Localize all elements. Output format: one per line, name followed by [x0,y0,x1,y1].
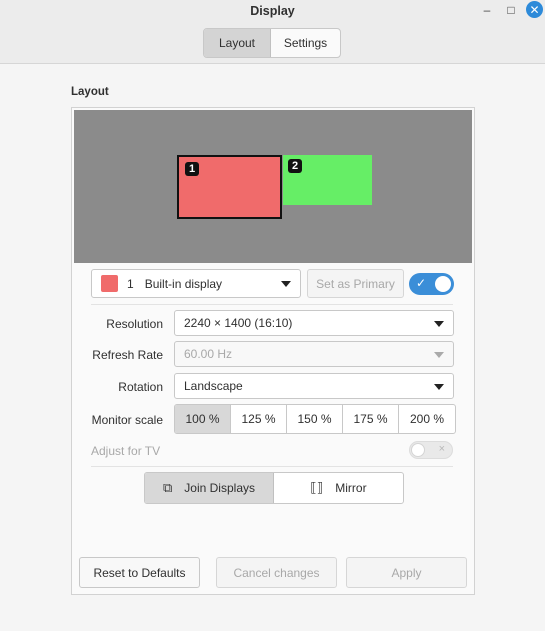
resolution-label: Resolution [106,317,163,331]
resolution-value: 2240 × 1400 (16:10) [184,316,293,330]
tab-settings[interactable]: Settings [271,29,340,57]
rotation-value: Landscape [184,379,243,393]
divider [91,466,453,467]
tab-layout[interactable]: Layout [204,29,271,57]
close-icon[interactable]: ✕ [526,1,543,18]
display-name: Built-in display [144,276,223,291]
join-displays-button[interactable]: ⧉ Join Displays [145,473,274,503]
monitor-2-number: 2 [288,159,302,173]
mirror-icon: ⟦⟧ [310,480,324,495]
mirror-label: Mirror [335,481,367,495]
monitor-1-number: 1 [185,162,199,176]
display-select[interactable]: 1 Built-in display [91,269,301,298]
join-displays-icon: ⧉ [163,480,173,495]
apply-button[interactable]: Apply [346,557,467,588]
check-icon: ✓ [416,276,427,290]
display-color-swatch [101,275,118,292]
refresh-rate-select[interactable]: 60.00 Hz [174,341,454,367]
scale-option-200[interactable]: 200 % [399,405,455,433]
monitor-scale-group: 100 % 125 % 150 % 175 % 200 % [174,404,456,434]
cancel-changes-button[interactable]: Cancel changes [216,557,337,588]
set-as-primary-button[interactable]: Set as Primary [307,269,404,298]
view-switcher: Layout Settings [203,28,341,58]
refresh-rate-label: Refresh Rate [92,348,163,362]
scale-option-125[interactable]: 125 % [231,405,287,433]
maximize-icon[interactable]: □ [502,1,520,19]
monitor-scale-label: Monitor scale [91,413,163,427]
display-mode-group: ⧉ Join Displays ⟦⟧ Mirror [144,472,404,504]
refresh-rate-value: 60.00 Hz [184,347,233,361]
title-bar: Display – □ ✕ Layout Settings [0,0,545,64]
window-title: Display [250,4,295,18]
minimize-icon[interactable]: – [478,1,496,19]
resolution-select[interactable]: 2240 × 1400 (16:10) [174,310,454,336]
rotation-label: Rotation [118,380,163,394]
chevron-down-icon [434,321,444,327]
scale-option-175[interactable]: 175 % [343,405,399,433]
toggle-knob [411,443,425,457]
chevron-down-icon [434,352,444,358]
scale-option-150[interactable]: 150 % [287,405,343,433]
scale-option-100[interactable]: 100 % [175,405,231,433]
chevron-down-icon [434,384,444,390]
display-number: 1 [127,276,134,291]
x-icon: × [438,443,445,455]
monitor-arrangement-preview[interactable]: 1 2 [74,110,472,263]
rotation-select[interactable]: Landscape [174,373,454,399]
chevron-down-icon [281,281,291,287]
adjust-for-tv-toggle[interactable]: × [409,441,453,459]
divider [91,304,453,305]
monitor-1-box[interactable]: 1 [177,155,282,219]
toggle-knob [435,276,451,292]
join-displays-label: Join Displays [184,481,255,495]
monitor-2-box[interactable]: 2 [283,155,372,205]
section-title: Layout [71,86,109,98]
display-enabled-toggle[interactable]: ✓ [409,273,454,295]
mirror-button[interactable]: ⟦⟧ Mirror [274,473,403,503]
reset-to-defaults-button[interactable]: Reset to Defaults [79,557,200,588]
adjust-for-tv-label: Adjust for TV [91,444,161,458]
